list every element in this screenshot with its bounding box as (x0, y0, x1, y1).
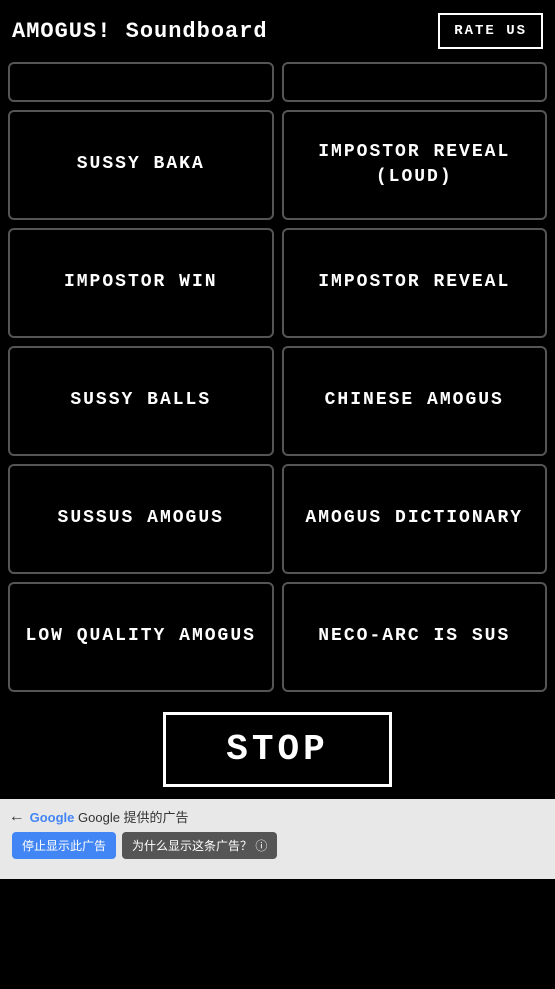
ad-top-row: ← Google Google 提供的广告 (12, 807, 543, 826)
sound-btn-neco-arc-is-sus[interactable]: NECO-ARC IS SUS (282, 582, 548, 692)
sound-btn-sussus-amogus[interactable]: SUSSUS AMOGUS (8, 464, 274, 574)
stop-area: STOP (0, 700, 555, 799)
sound-btn-sussy-baka[interactable]: SUSSY BAKA (8, 110, 274, 220)
ad-back-arrow[interactable]: ← (12, 808, 22, 826)
sound-btn-low-quality-amogus[interactable]: LOW QUALITY AMOGUS (8, 582, 274, 692)
sound-btn-impostor-win[interactable]: IMPOSTOR WIN (8, 228, 274, 338)
app-title: AMOGUS! Soundboard (12, 19, 268, 44)
stop-button[interactable]: STOP (163, 712, 391, 787)
app-header: AMOGUS! Soundboard RATE US (0, 0, 555, 62)
sound-btn-chinese-amogus[interactable]: CHINESE AMOGUS (282, 346, 548, 456)
ad-bottom-row: 停止显示此广告 为什么显示这条广告？ ⓘ (12, 832, 543, 859)
rate-us-button[interactable]: RATE US (438, 13, 543, 49)
ad-stop-showing-button[interactable]: 停止显示此广告 (12, 832, 116, 859)
sound-btn-amogus-dictionary[interactable]: AMOGUS DICTIONARY (282, 464, 548, 574)
sound-grid: SUSSY BAKAIMPOSTOR REVEAL (LOUD)IMPOSTOR… (0, 110, 555, 700)
partial-btn-right[interactable] (282, 62, 548, 102)
sound-btn-impostor-reveal[interactable]: IMPOSTOR REVEAL (282, 228, 548, 338)
sound-btn-impostor-reveal-loud[interactable]: IMPOSTOR REVEAL (LOUD) (282, 110, 548, 220)
ad-google-text: Google (30, 810, 75, 825)
sound-btn-sussy-balls[interactable]: SUSSY BALLS (8, 346, 274, 456)
ad-provided-text: Google 提供的广告 (78, 810, 189, 825)
partial-btn-left[interactable] (8, 62, 274, 102)
ad-info-icon: ⓘ (255, 839, 267, 853)
top-partial-row (0, 62, 555, 110)
ad-banner: ← Google Google 提供的广告 停止显示此广告 为什么显示这条广告？… (0, 799, 555, 879)
ad-why-showing-button[interactable]: 为什么显示这条广告？ ⓘ (122, 832, 277, 859)
ad-label: Google Google 提供的广告 (30, 807, 189, 826)
ad-why-text: 为什么显示这条广告？ (132, 839, 252, 853)
